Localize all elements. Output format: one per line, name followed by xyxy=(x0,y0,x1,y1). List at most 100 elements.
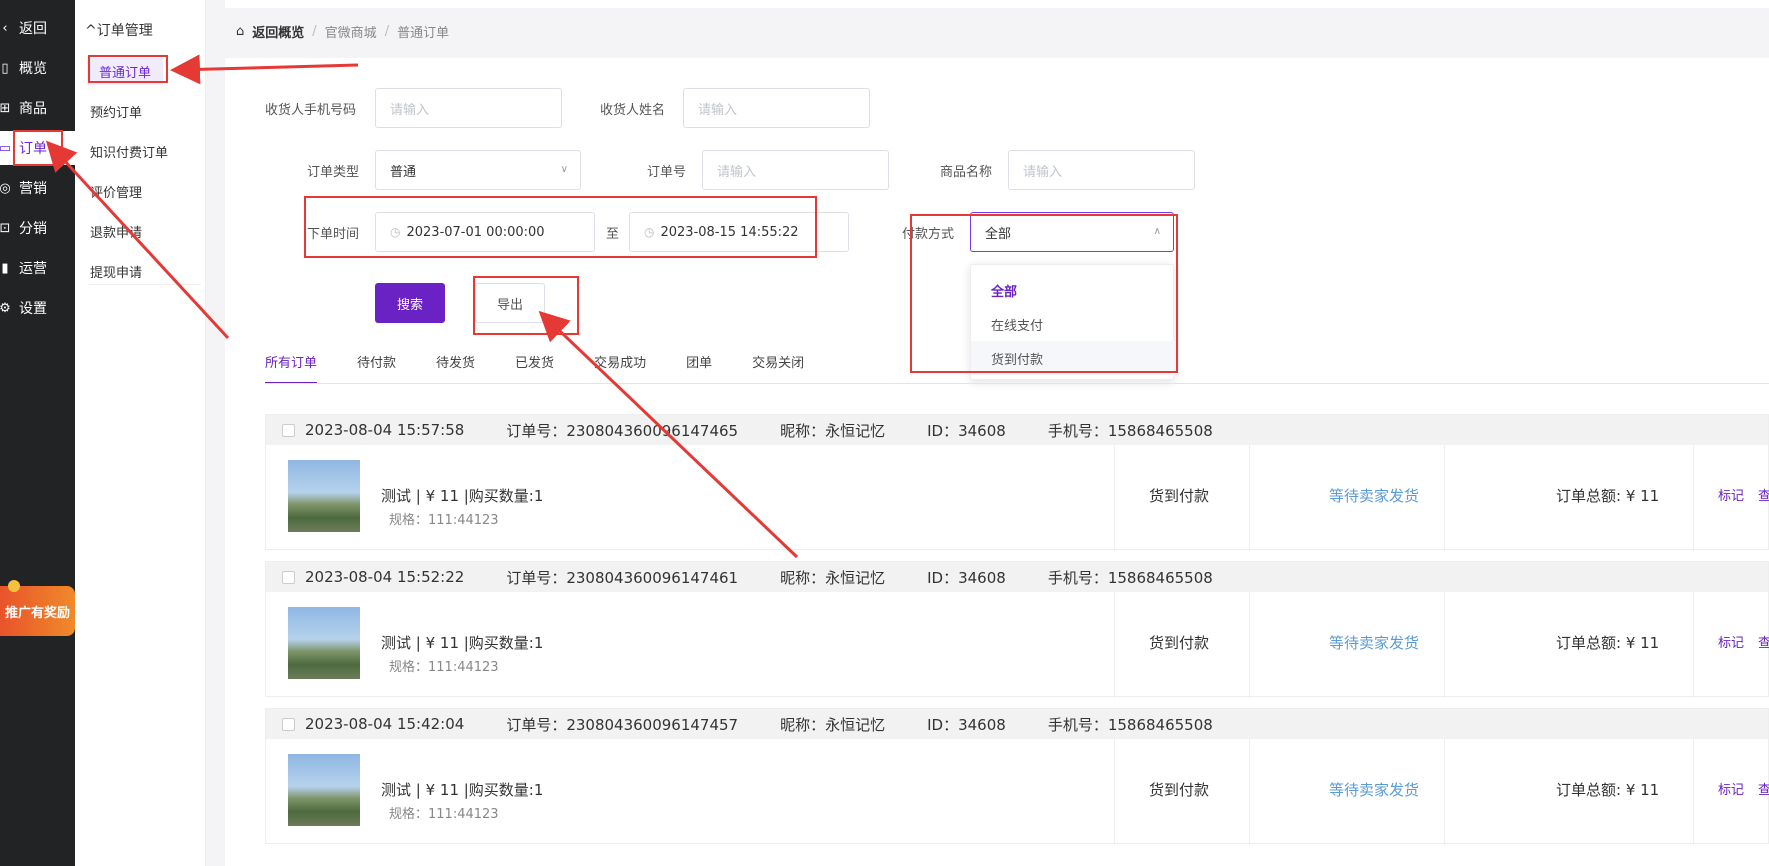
column-divider xyxy=(1444,739,1445,845)
order-phone: 手机号：15868465508 xyxy=(1047,421,1213,440)
order-nickname: 昵称：永恒记忆 xyxy=(780,715,886,734)
mark-link[interactable]: 标记 xyxy=(1718,485,1744,504)
tab-pending-payment[interactable]: 待付款 xyxy=(357,352,396,384)
product-thumbnail xyxy=(288,460,360,532)
order-card: 2023-08-04 15:57:58 订单号：2308043600961474… xyxy=(265,414,1769,551)
order-card: 2023-08-04 15:42:04 订单号：2308043600961474… xyxy=(265,708,1769,845)
tab-shipped[interactable]: 已发货 xyxy=(515,352,554,384)
order-status-link[interactable]: 等待卖家发货 xyxy=(1329,485,1419,506)
order-icon: ▭ xyxy=(0,140,12,156)
column-divider xyxy=(1693,445,1694,551)
tab-group-orders[interactable]: 团单 xyxy=(686,352,712,384)
product-thumbnail xyxy=(288,754,360,826)
submenu-item-knowledge-orders[interactable]: 知识付费订单 xyxy=(90,138,168,165)
column-divider xyxy=(1114,592,1115,698)
tab-pending-shipment[interactable]: 待发货 xyxy=(436,352,475,384)
annotation-box-normal-orders xyxy=(88,55,168,83)
sidebar-item-distribution[interactable]: ⊡ 分销 xyxy=(0,211,75,245)
goods-name-label: 商品名称 xyxy=(940,165,993,180)
column-divider xyxy=(1114,445,1115,551)
search-button[interactable]: 搜索 xyxy=(375,283,445,323)
breadcrumb-back-overview[interactable]: 返回概览 xyxy=(252,22,304,41)
order-total: 订单总额: ¥ 11 xyxy=(1556,781,1660,799)
sidebar-item-label: 返回 xyxy=(19,21,47,37)
order-header: 2023-08-04 15:42:04 订单号：2308043600961474… xyxy=(266,709,1768,739)
column-divider xyxy=(1249,445,1250,551)
column-divider xyxy=(1444,445,1445,551)
submenu-item-reservation-orders[interactable]: 预约订单 xyxy=(90,98,142,125)
promo-banner[interactable]: 推广有奖励 xyxy=(0,580,75,636)
submenu-item-withdrawals[interactable]: 提现申请 xyxy=(90,258,142,285)
order-type-select[interactable]: 普通 ∨ xyxy=(375,150,581,190)
view-link[interactable]: 查 xyxy=(1758,632,1769,651)
mark-link[interactable]: 标记 xyxy=(1718,632,1744,651)
order-body: 测试 | ¥ 11 |购买数量:1 规格：111:44123 货到付款 等待卖家… xyxy=(266,739,1769,845)
column-divider xyxy=(1249,739,1250,845)
payment-method: 货到付款 xyxy=(1149,634,1210,652)
chevron-down-icon: ∨ xyxy=(560,164,568,175)
tab-closed[interactable]: 交易关闭 xyxy=(752,352,804,384)
column-divider xyxy=(1693,592,1694,698)
goods-name-input[interactable]: 请输入 xyxy=(1008,150,1195,190)
order-user-id: ID：34608 xyxy=(927,715,1006,734)
order-body: 测试 | ¥ 11 |购买数量:1 规格：111:44123 货到付款 等待卖家… xyxy=(266,445,1769,551)
sidebar-item-label: 分销 xyxy=(19,221,47,237)
view-link[interactable]: 查 xyxy=(1758,779,1769,798)
product-thumbnail xyxy=(288,607,360,679)
sidebar-item-back[interactable]: ‹ 返回 xyxy=(0,11,75,45)
phone-input[interactable]: 请输入 xyxy=(375,88,562,128)
settings-icon: ⚙ xyxy=(0,300,11,316)
column-divider xyxy=(1444,592,1445,698)
breadcrumb-mall[interactable]: 官微商城 xyxy=(325,22,377,41)
sidebar-item-settings[interactable]: ⚙ 设置 xyxy=(0,291,75,325)
order-body: 测试 | ¥ 11 |购买数量:1 规格：111:44123 货到付款 等待卖家… xyxy=(266,592,1769,698)
submenu-item-refunds[interactable]: 退款申请 xyxy=(90,218,142,245)
name-input[interactable]: 请输入 xyxy=(683,88,870,128)
order-status-link[interactable]: 等待卖家发货 xyxy=(1329,779,1419,800)
column-divider xyxy=(1693,739,1694,845)
product-spec: 规格：111:44123 xyxy=(389,660,499,675)
sidebar-item-operation[interactable]: ▮ 运营 xyxy=(0,251,75,285)
chevron-left-icon: ‹ xyxy=(2,20,8,36)
order-total: 订单总额: ¥ 11 xyxy=(1556,634,1660,652)
name-label: 收货人姓名 xyxy=(600,103,666,118)
sidebar-item-goods[interactable]: ⊞ 商品 xyxy=(0,91,75,125)
order-user-id: ID：34608 xyxy=(927,568,1006,587)
sidebar-item-label: 营销 xyxy=(19,181,47,197)
submenu-divider xyxy=(89,284,201,285)
order-number: 订单号：230804360096147465 xyxy=(506,421,739,440)
order-nickname: 昵称：永恒记忆 xyxy=(780,568,886,587)
marketing-icon: ◎ xyxy=(0,180,11,196)
annotation-box-orders xyxy=(13,130,63,166)
view-link[interactable]: 查 xyxy=(1758,485,1769,504)
order-time: 2023-08-04 15:42:04 xyxy=(305,715,465,733)
tab-completed[interactable]: 交易成功 xyxy=(594,352,646,384)
distribution-icon: ⊡ xyxy=(0,220,11,236)
tab-all-orders[interactable]: 所有订单 xyxy=(265,352,318,384)
order-tabs: 所有订单 待付款 待发货 已发货 交易成功 团单 交易关闭 xyxy=(265,352,844,384)
sidebar-item-label: 商品 xyxy=(19,101,47,117)
order-status-link[interactable]: 等待卖家发货 xyxy=(1329,632,1419,653)
annotation-box-payment xyxy=(910,214,1178,373)
order-time: 2023-08-04 15:57:58 xyxy=(305,421,465,439)
overview-icon: ▯ xyxy=(1,60,9,76)
mark-link[interactable]: 标记 xyxy=(1718,779,1744,798)
order-type-label: 订单类型 xyxy=(307,165,360,180)
sidebar-item-label: 设置 xyxy=(19,301,47,317)
submenu-item-reviews[interactable]: 评价管理 xyxy=(90,178,142,205)
order-checkbox[interactable] xyxy=(282,717,295,731)
breadcrumb-separator: / xyxy=(312,24,317,39)
order-checkbox[interactable] xyxy=(282,423,295,437)
order-checkbox[interactable] xyxy=(282,570,295,584)
payment-method: 货到付款 xyxy=(1149,781,1210,799)
sidebar-item-label: 运营 xyxy=(19,261,47,277)
order-no-input[interactable]: 请输入 xyxy=(702,150,889,190)
order-time: 2023-08-04 15:52:22 xyxy=(305,568,465,586)
operation-icon: ▮ xyxy=(1,260,9,276)
submenu-title[interactable]: ^订单管理 xyxy=(85,20,153,40)
breadcrumb-current: 普通订单 xyxy=(397,26,450,41)
product-spec: 规格：111:44123 xyxy=(389,513,499,528)
sidebar-item-marketing[interactable]: ◎ 营销 xyxy=(0,171,75,205)
order-card: 2023-08-04 15:52:22 订单号：2308043600961474… xyxy=(265,561,1769,698)
sidebar-item-overview[interactable]: ▯ 概览 xyxy=(0,51,75,85)
